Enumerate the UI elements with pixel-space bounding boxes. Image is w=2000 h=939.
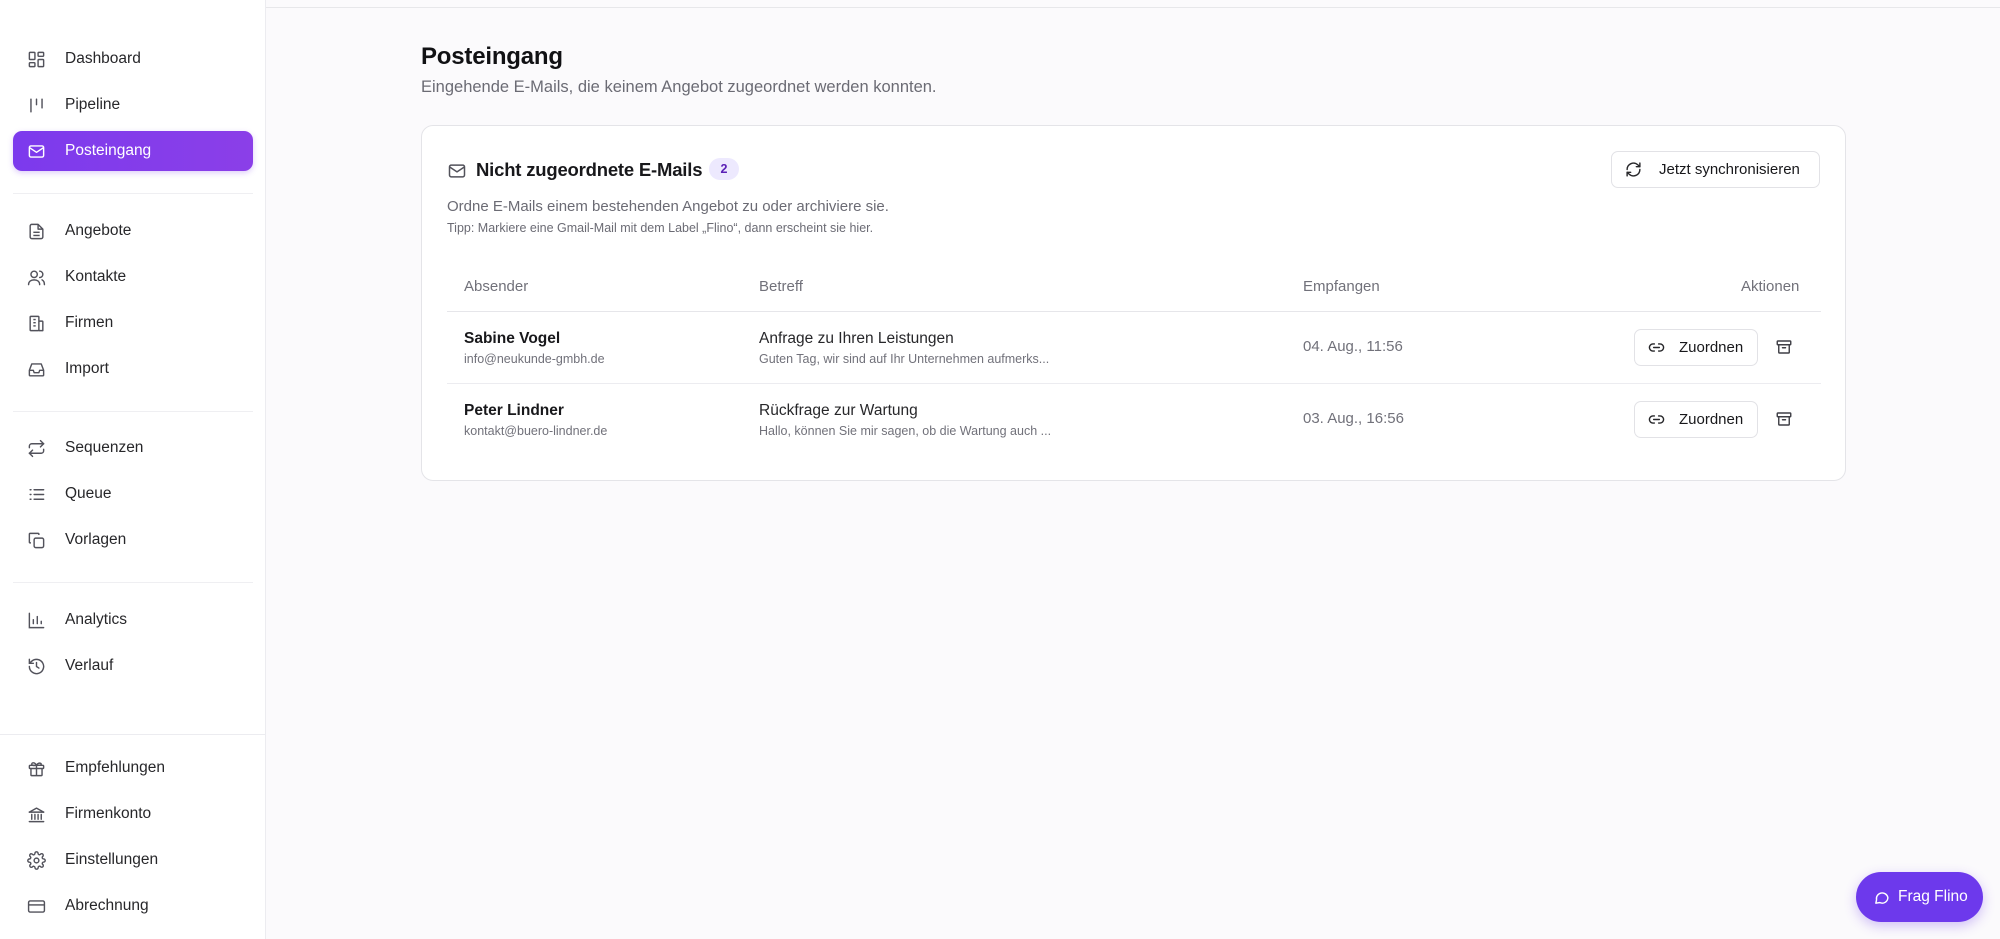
email-subject: Anfrage zu Ihren Leistungen bbox=[759, 330, 954, 347]
email-preview: Hallo, können Sie mir sagen, ob die Wart… bbox=[759, 424, 1052, 438]
received-date: 03. Aug., 16:56 bbox=[1303, 410, 1404, 427]
sidebar-item-label: Analytics bbox=[65, 611, 128, 628]
sidebar-item-label: Angebote bbox=[65, 222, 132, 239]
sidebar-item-vorlagen[interactable]: Vorlagen bbox=[13, 520, 253, 560]
received-date: 04. Aug., 11:56 bbox=[1303, 338, 1403, 355]
table-row: Peter Lindner kontakt@buero-lindner.de R… bbox=[447, 384, 1821, 456]
sidebar-item-label: Pipeline bbox=[65, 96, 121, 113]
sidebar-item-label: Queue bbox=[65, 485, 112, 502]
sidebar-item-firmenkonto[interactable]: Firmenkonto bbox=[13, 794, 253, 834]
assign-button[interactable]: Zuordnen bbox=[1634, 401, 1758, 438]
sidebar-item-label: Posteingang bbox=[65, 142, 152, 159]
ask-flino-button[interactable]: Frag Flino bbox=[1856, 872, 1983, 922]
link-icon bbox=[1648, 339, 1665, 356]
dashboard-icon bbox=[26, 49, 46, 69]
page-title: Posteingang bbox=[421, 43, 563, 70]
card-tip: Tipp: Markiere eine Gmail-Mail mit dem L… bbox=[447, 221, 874, 235]
history-icon bbox=[26, 656, 46, 676]
assign-label: Zuordnen bbox=[1679, 339, 1744, 356]
sidebar-item-label: Firmenkonto bbox=[65, 805, 152, 822]
gear-icon bbox=[26, 850, 46, 870]
sender-name: Sabine Vogel bbox=[464, 330, 561, 347]
sender-name: Peter Lindner bbox=[464, 402, 564, 419]
pipeline-icon bbox=[26, 95, 46, 115]
sidebar-item-posteingang[interactable]: Posteingang bbox=[13, 131, 253, 171]
sidebar-bottom-divider bbox=[0, 734, 266, 735]
link-icon bbox=[1648, 411, 1665, 428]
building-icon bbox=[26, 313, 46, 333]
sidebar-item-angebote[interactable]: Angebote bbox=[13, 211, 253, 251]
column-header-subject: Betreff bbox=[759, 278, 803, 295]
assign-button[interactable]: Zuordnen bbox=[1634, 329, 1758, 366]
sidebar-item-label: Kontakte bbox=[65, 268, 127, 285]
list-icon bbox=[26, 484, 46, 504]
sidebar: Dashboard Pipeline Posteingang Angebote … bbox=[0, 0, 266, 939]
column-header-sender: Absender bbox=[464, 278, 529, 295]
users-icon bbox=[26, 267, 46, 287]
bank-icon bbox=[26, 804, 46, 824]
sidebar-item-label: Firmen bbox=[65, 314, 114, 331]
sync-now-label: Jetzt synchronisieren bbox=[1659, 161, 1800, 178]
sidebar-item-empfehlungen[interactable]: Empfehlungen bbox=[13, 748, 253, 788]
inbox-icon bbox=[26, 359, 46, 379]
column-header-received: Empfangen bbox=[1303, 278, 1380, 295]
sidebar-item-label: Abrechnung bbox=[65, 897, 149, 914]
archive-icon[interactable] bbox=[1774, 337, 1794, 357]
card-description: Ordne E-Mails einem bestehenden Angebot … bbox=[447, 198, 889, 215]
table-row: Sabine Vogel info@neukunde-gmbh.de Anfra… bbox=[447, 312, 1821, 384]
copy-icon bbox=[26, 530, 46, 550]
email-subject: Rückfrage zur Wartung bbox=[759, 402, 918, 419]
sync-now-button[interactable]: Jetzt synchronisieren bbox=[1611, 151, 1820, 188]
sidebar-item-verlauf[interactable]: Verlauf bbox=[13, 646, 253, 686]
archive-icon[interactable] bbox=[1774, 409, 1794, 429]
chat-bubble-icon bbox=[1873, 889, 1890, 906]
sidebar-item-einstellungen[interactable]: Einstellungen bbox=[13, 840, 253, 880]
sidebar-divider bbox=[13, 411, 253, 412]
sender-email: info@neukunde-gmbh.de bbox=[464, 352, 605, 366]
sidebar-item-kontakte[interactable]: Kontakte bbox=[13, 257, 253, 297]
unassigned-emails-card: Nicht zugeordnete E-Mails 2 Ordne E-Mail… bbox=[421, 125, 1846, 481]
card-title: Nicht zugeordnete E-Mails bbox=[476, 159, 703, 180]
sidebar-item-dashboard[interactable]: Dashboard bbox=[13, 39, 253, 79]
sidebar-item-label: Import bbox=[65, 360, 109, 377]
sidebar-item-import[interactable]: Import bbox=[13, 349, 253, 389]
sender-email: kontakt@buero-lindner.de bbox=[464, 424, 608, 438]
sidebar-item-queue[interactable]: Queue bbox=[13, 474, 253, 514]
sidebar-item-label: Dashboard bbox=[65, 50, 141, 67]
credit-card-icon bbox=[26, 896, 46, 916]
mail-icon bbox=[447, 161, 467, 181]
repeat-icon bbox=[26, 438, 46, 458]
count-badge: 2 bbox=[709, 158, 739, 180]
email-preview: Guten Tag, wir sind auf Ihr Unternehmen … bbox=[759, 352, 1050, 366]
mail-icon bbox=[26, 141, 46, 161]
document-icon bbox=[26, 221, 46, 241]
ask-flino-label: Frag Flino bbox=[1898, 888, 1968, 905]
column-header-actions: Aktionen bbox=[1741, 278, 1800, 295]
chart-icon bbox=[26, 610, 46, 630]
refresh-icon bbox=[1625, 161, 1642, 178]
sidebar-item-label: Vorlagen bbox=[65, 531, 127, 548]
sidebar-item-label: Sequenzen bbox=[65, 439, 144, 456]
header-border bbox=[266, 7, 2000, 8]
sidebar-item-pipeline[interactable]: Pipeline bbox=[13, 85, 253, 125]
sidebar-item-analytics[interactable]: Analytics bbox=[13, 600, 253, 640]
sidebar-item-label: Empfehlungen bbox=[65, 759, 165, 776]
gift-icon bbox=[26, 758, 46, 778]
sidebar-item-abrechnung[interactable]: Abrechnung bbox=[13, 886, 253, 926]
sidebar-item-label: Einstellungen bbox=[65, 851, 159, 868]
assign-label: Zuordnen bbox=[1679, 411, 1744, 428]
sidebar-divider bbox=[13, 582, 253, 583]
sidebar-item-firmen[interactable]: Firmen bbox=[13, 303, 253, 343]
sidebar-divider bbox=[13, 193, 253, 194]
page-subtitle: Eingehende E-Mails, die keinem Angebot z… bbox=[421, 78, 937, 96]
sidebar-item-label: Verlauf bbox=[65, 657, 114, 674]
sidebar-item-sequenzen[interactable]: Sequenzen bbox=[13, 428, 253, 468]
